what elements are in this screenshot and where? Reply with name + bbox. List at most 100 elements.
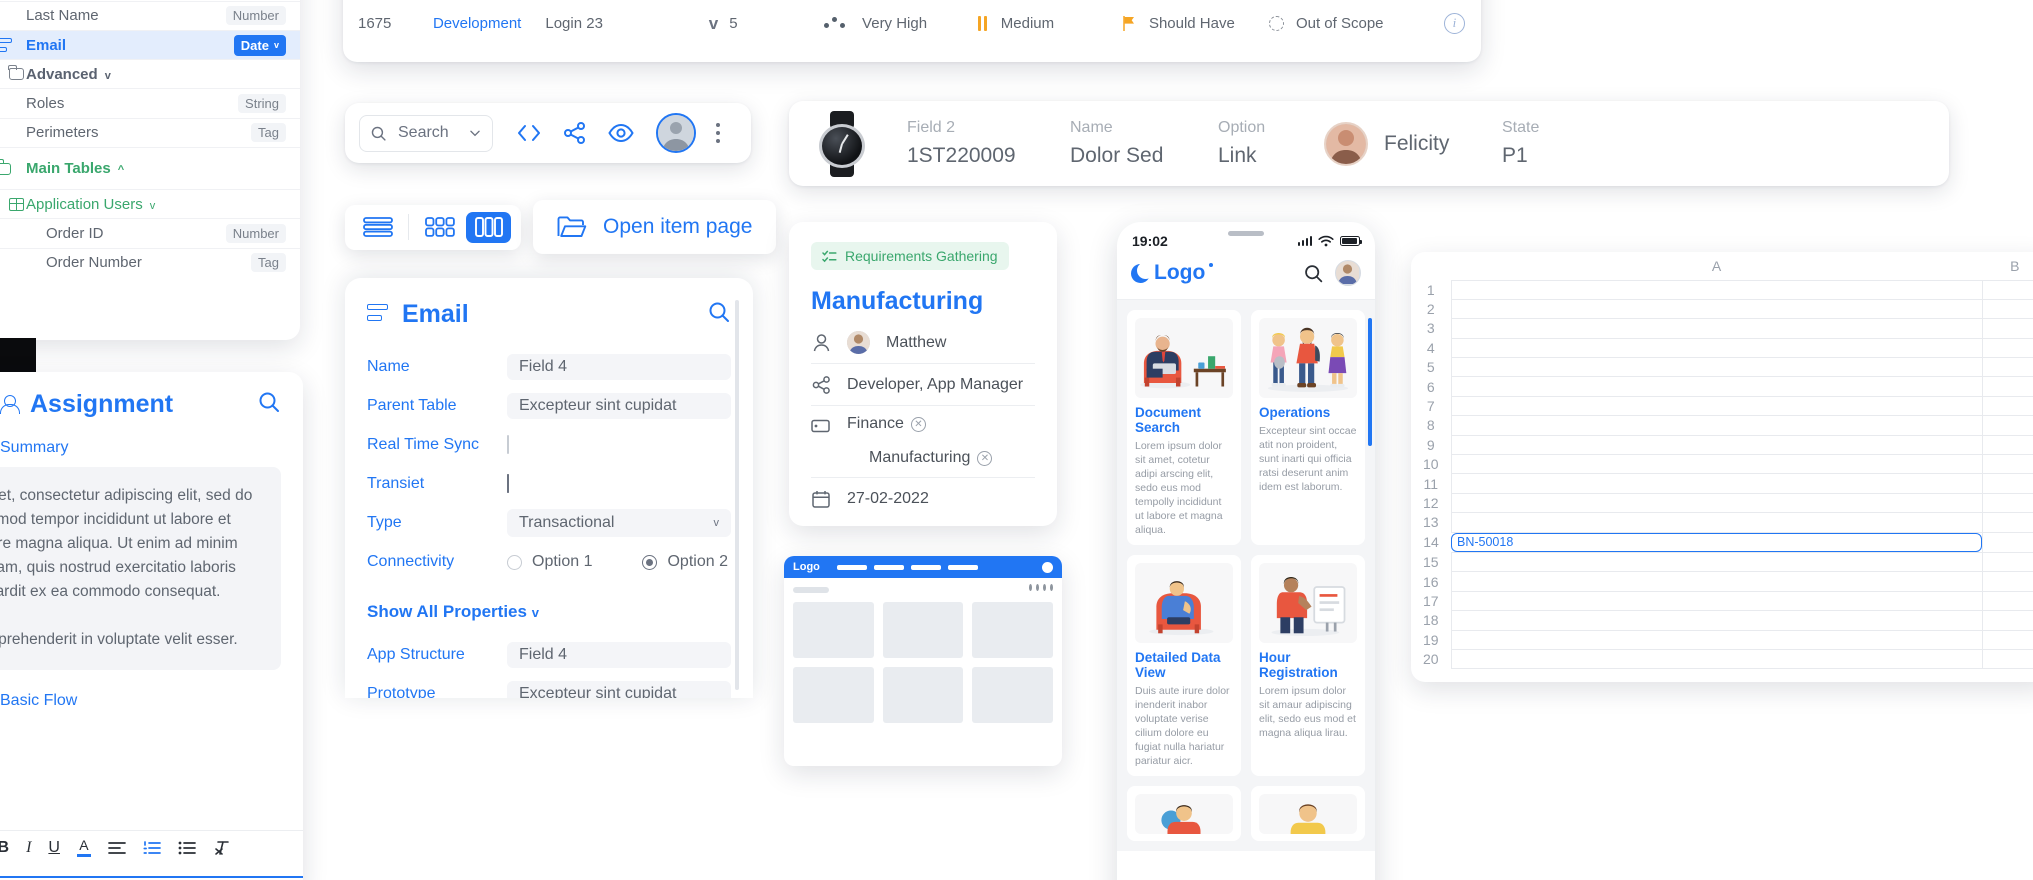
row-header[interactable]: 13 <box>1411 513 1451 532</box>
row-header[interactable]: 9 <box>1411 435 1451 454</box>
show-all-properties-toggle[interactable]: Show All Properties v <box>345 578 753 632</box>
spreadsheet-cell[interactable] <box>1981 415 2033 436</box>
spreadsheet-cell[interactable] <box>1981 492 2033 514</box>
spreadsheet-cell[interactable] <box>1450 298 1983 320</box>
underline-button[interactable]: U <box>48 839 60 857</box>
cell-info[interactable]: i <box>1413 12 1481 34</box>
spreadsheet-cell[interactable] <box>1981 531 2033 553</box>
type-select[interactable]: Transactional v <box>507 509 731 537</box>
tag-chip[interactable]: Finance ✕ <box>847 415 992 433</box>
phone-tile[interactable]: Document Search Lorem ipsum dolor sit am… <box>1127 310 1241 545</box>
cell-name-link[interactable]: Development <box>433 15 545 32</box>
row-header[interactable]: 15 <box>1411 552 1451 571</box>
tag-chip[interactable]: Manufacturing ✕ <box>847 449 993 467</box>
avatar[interactable] <box>656 113 696 153</box>
spreadsheet-cell[interactable] <box>1981 298 2033 320</box>
spreadsheet-cell[interactable] <box>1450 318 1983 339</box>
tree-group-advanced[interactable]: Advanced v <box>0 59 300 88</box>
spreadsheet-cell[interactable] <box>1981 590 2033 612</box>
spreadsheet-cell[interactable] <box>1450 610 1983 631</box>
spreadsheet-cell[interactable] <box>1450 473 1983 494</box>
grid-view-button[interactable] <box>417 212 462 243</box>
align-left-icon[interactable] <box>108 841 126 855</box>
row-header[interactable]: 11 <box>1411 474 1451 493</box>
row-header[interactable]: 4 <box>1411 338 1451 357</box>
row-header[interactable]: 3 <box>1411 319 1451 338</box>
tree-item-order-number[interactable]: Order Number Tag <box>0 247 300 277</box>
spreadsheet-cell[interactable] <box>1981 395 2033 417</box>
real-time-sync-checkbox[interactable] <box>507 435 509 454</box>
row-header[interactable]: 19 <box>1411 630 1451 649</box>
spreadsheet-cell[interactable] <box>1981 337 2033 359</box>
phone-tile[interactable]: Operations Excepteur sint occae atit non… <box>1251 310 1365 545</box>
table-row[interactable]: 1675 Development Login 23 v 5 Very High … <box>343 0 1481 52</box>
phone-tile[interactable]: Detailed Data View Duis aute irure dolor… <box>1127 555 1241 776</box>
scrollbar[interactable] <box>735 300 739 690</box>
row-header[interactable]: 14 <box>1411 532 1451 552</box>
row-header[interactable]: 8 <box>1411 416 1451 435</box>
spreadsheet-cell[interactable] <box>1450 434 1983 456</box>
tree-item-email[interactable]: Email Date v <box>0 29 300 60</box>
spreadsheet-cell[interactable] <box>1981 318 2033 339</box>
date-row[interactable]: 27-02-2022 <box>811 477 1035 519</box>
assignee-block[interactable]: Felicity <box>1324 121 1502 166</box>
ordered-list-icon[interactable] <box>143 840 161 855</box>
tree-item-order-id[interactable]: Order ID Number <box>0 218 300 247</box>
row-header[interactable]: 17 <box>1411 591 1451 610</box>
app-structure-input[interactable]: Field 4 <box>507 642 731 668</box>
spreadsheet-cell[interactable] <box>1981 434 2033 456</box>
chevron-down-icon[interactable] <box>468 126 482 140</box>
name-input[interactable]: Field 4 <box>507 354 731 380</box>
owner-row[interactable]: Matthew <box>811 322 1035 364</box>
search-input[interactable]: Search <box>359 114 493 152</box>
row-header[interactable]: 16 <box>1411 572 1451 591</box>
spreadsheet-cell[interactable] <box>1981 610 2033 631</box>
row-header[interactable]: 5 <box>1411 358 1451 377</box>
code-icon[interactable] <box>516 123 542 143</box>
list-view-button[interactable] <box>355 212 400 243</box>
row-header[interactable]: 18 <box>1411 611 1451 630</box>
italic-button[interactable]: I <box>26 839 31 857</box>
spreadsheet-cell[interactable] <box>1981 473 2033 494</box>
open-item-page-button[interactable]: Open item page <box>533 200 777 254</box>
spreadsheet-cell[interactable] <box>1450 279 1983 300</box>
info-circle-icon[interactable]: i <box>1443 12 1465 34</box>
row-header[interactable]: 20 <box>1411 649 1451 668</box>
spreadsheet-cell[interactable] <box>1450 629 1983 650</box>
spreadsheet-cell[interactable] <box>1450 395 1983 417</box>
tree-item-roles[interactable]: Roles String <box>0 88 300 117</box>
row-header[interactable]: 1 <box>1411 280 1451 299</box>
spreadsheet-cell[interactable] <box>1981 376 2033 397</box>
row-header[interactable]: 12 <box>1411 493 1451 512</box>
spreadsheet-cell[interactable] <box>1450 492 1983 514</box>
spreadsheet-cell[interactable] <box>1450 571 1983 592</box>
spreadsheet-cell[interactable] <box>1450 648 1983 670</box>
spreadsheet-cell-selected[interactable]: BN-50018 <box>1451 532 1982 552</box>
type-tag-dropdown[interactable]: Date v <box>233 34 286 56</box>
share-icon[interactable] <box>563 122 587 144</box>
spreadsheet-cell[interactable] <box>1981 279 2033 300</box>
transiet-checkbox[interactable] <box>507 474 509 493</box>
row-header[interactable]: 10 <box>1411 455 1451 474</box>
prototype-input[interactable]: Excepteur sint cupidat <box>507 681 731 698</box>
column-header-a[interactable]: A <box>1451 252 1982 280</box>
tree-group-main-tables[interactable]: Main Tables ^ <box>0 147 300 189</box>
connectivity-option-1[interactable]: Option 1 <box>507 553 592 571</box>
spreadsheet-cell[interactable] <box>1981 357 2033 378</box>
search-icon[interactable] <box>1303 263 1324 284</box>
spreadsheet-cell[interactable] <box>1981 454 2033 475</box>
eye-icon[interactable] <box>608 123 634 143</box>
spreadsheet-cell[interactable] <box>1450 337 1983 359</box>
spreadsheet-cell[interactable] <box>1450 376 1983 397</box>
remove-tag-icon[interactable]: ✕ <box>910 416 926 432</box>
phone-tile[interactable] <box>1251 786 1365 841</box>
remove-tag-icon[interactable]: ✕ <box>977 450 993 466</box>
text-color-button[interactable]: A <box>76 838 91 857</box>
row-header[interactable]: 2 <box>1411 299 1451 318</box>
bullet-list-icon[interactable] <box>178 841 196 855</box>
spreadsheet-cell[interactable] <box>1450 590 1983 612</box>
spreadsheet-cell[interactable] <box>1450 512 1983 533</box>
roles-row[interactable]: Developer, App Manager <box>811 364 1035 406</box>
row-header[interactable]: 6 <box>1411 377 1451 396</box>
phone-tile[interactable]: Hour Registration Lorem ipsum dolor sit … <box>1251 555 1365 776</box>
